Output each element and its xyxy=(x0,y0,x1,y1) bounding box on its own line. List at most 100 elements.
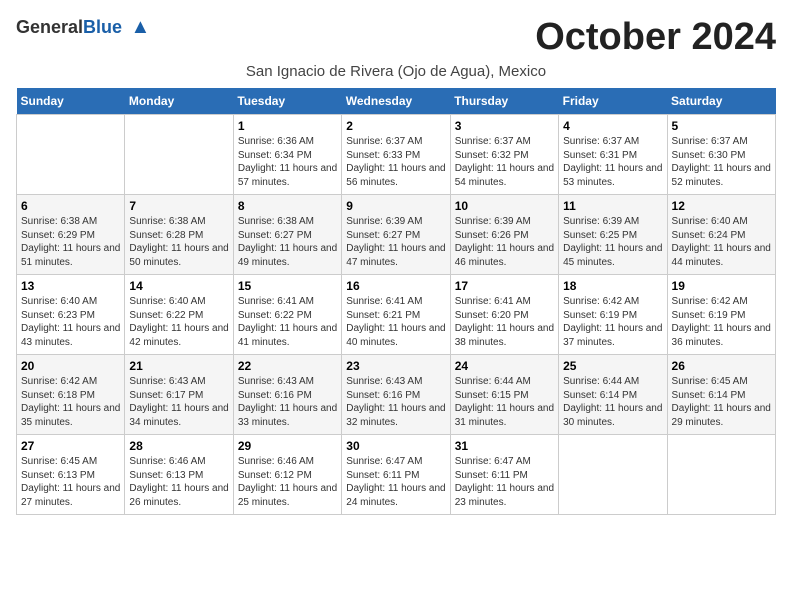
calendar-week-3: 13 Sunrise: 6:40 AM Sunset: 6:23 PM Dayli… xyxy=(17,275,776,355)
day-detail: Sunrise: 6:39 AM Sunset: 6:27 PM Dayligh… xyxy=(346,215,445,269)
day-number: 26 xyxy=(672,359,771,373)
day-detail: Sunrise: 6:44 AM Sunset: 6:15 PM Dayligh… xyxy=(455,375,554,429)
day-number: 3 xyxy=(455,119,554,133)
day-number: 5 xyxy=(672,119,771,133)
day-number: 15 xyxy=(238,279,337,293)
table-row xyxy=(125,115,233,195)
day-detail: Sunrise: 6:38 AM Sunset: 6:29 PM Dayligh… xyxy=(21,215,120,269)
day-detail: Sunrise: 6:42 AM Sunset: 6:19 PM Dayligh… xyxy=(672,295,771,349)
table-row: 19 Sunrise: 6:42 AM Sunset: 6:19 PM Dayli… xyxy=(667,275,775,355)
day-detail: Sunrise: 6:40 AM Sunset: 6:23 PM Dayligh… xyxy=(21,295,120,349)
day-number: 29 xyxy=(238,439,337,453)
day-detail: Sunrise: 6:47 AM Sunset: 6:11 PM Dayligh… xyxy=(346,455,445,509)
table-row: 25 Sunrise: 6:44 AM Sunset: 6:14 PM Dayli… xyxy=(559,355,667,435)
day-number: 20 xyxy=(21,359,120,373)
table-row: 7 Sunrise: 6:38 AM Sunset: 6:28 PM Daylig… xyxy=(125,195,233,275)
day-detail: Sunrise: 6:39 AM Sunset: 6:25 PM Dayligh… xyxy=(563,215,662,269)
day-number: 28 xyxy=(129,439,228,453)
table-row: 16Sunrise: 6:41 AM Sunset: 6:21 PM Dayli… xyxy=(342,275,450,355)
day-detail: Sunrise: 6:42 AM Sunset: 6:19 PM Dayligh… xyxy=(563,295,662,349)
calendar-table: Sunday Monday Tuesday Wednesday Thursday… xyxy=(16,88,776,515)
table-row xyxy=(667,435,775,515)
table-row: 31 Sunrise: 6:47 AM Sunset: 6:11 PM Dayli… xyxy=(450,435,558,515)
table-row: 1 Sunrise: 6:36 AM Sunset: 6:34 PM Daylig… xyxy=(233,115,341,195)
title-area: October 2024 xyxy=(535,16,776,59)
day-number: 23 xyxy=(346,359,445,373)
day-number: 6 xyxy=(21,199,120,213)
location-subtitle: San Ignacio de Rivera (Ojo de Agua), Mex… xyxy=(16,63,776,80)
day-number: 19 xyxy=(672,279,771,293)
day-detail: Sunrise: 6:43 AM Sunset: 6:16 PM Dayligh… xyxy=(346,375,445,429)
table-row: 11 Sunrise: 6:39 AM Sunset: 6:25 PM Dayli… xyxy=(559,195,667,275)
table-row: 13 Sunrise: 6:40 AM Sunset: 6:23 PM Dayli… xyxy=(17,275,125,355)
table-row: 21Sunrise: 6:43 AM Sunset: 6:17 PM Dayli… xyxy=(125,355,233,435)
calendar-week-5: 27Sunrise: 6:45 AM Sunset: 6:13 PM Dayli… xyxy=(17,435,776,515)
day-detail: Sunrise: 6:46 AM Sunset: 6:13 PM Dayligh… xyxy=(129,455,228,509)
table-row: 24 Sunrise: 6:44 AM Sunset: 6:15 PM Dayli… xyxy=(450,355,558,435)
calendar-header-row: Sunday Monday Tuesday Wednesday Thursday… xyxy=(17,88,776,115)
col-friday: Friday xyxy=(559,88,667,115)
day-number: 11 xyxy=(563,199,662,213)
day-detail: Sunrise: 6:39 AM Sunset: 6:26 PM Dayligh… xyxy=(455,215,554,269)
table-row: 27Sunrise: 6:45 AM Sunset: 6:13 PM Dayli… xyxy=(17,435,125,515)
col-monday: Monday xyxy=(125,88,233,115)
day-number: 18 xyxy=(563,279,662,293)
day-detail: Sunrise: 6:45 AM Sunset: 6:13 PM Dayligh… xyxy=(21,455,120,509)
month-title: October 2024 xyxy=(535,16,776,59)
col-wednesday: Wednesday xyxy=(342,88,450,115)
table-row: 29 Sunrise: 6:46 AM Sunset: 6:12 PM Dayli… xyxy=(233,435,341,515)
day-number: 31 xyxy=(455,439,554,453)
day-detail: Sunrise: 6:37 AM Sunset: 6:30 PM Dayligh… xyxy=(672,135,771,189)
day-number: 1 xyxy=(238,119,337,133)
day-detail: Sunrise: 6:37 AM Sunset: 6:33 PM Dayligh… xyxy=(346,135,445,189)
day-detail: Sunrise: 6:43 AM Sunset: 6:16 PM Dayligh… xyxy=(238,375,337,429)
day-detail: Sunrise: 6:38 AM Sunset: 6:27 PM Dayligh… xyxy=(238,215,337,269)
logo-blue: Blue xyxy=(83,17,122,37)
table-row xyxy=(17,115,125,195)
day-detail: Sunrise: 6:41 AM Sunset: 6:21 PM Dayligh… xyxy=(346,295,445,349)
table-row: 14Sunrise: 6:40 AM Sunset: 6:22 PM Dayli… xyxy=(125,275,233,355)
logo-bird-icon: ▲ xyxy=(131,16,151,38)
day-number: 14 xyxy=(129,279,228,293)
day-number: 22 xyxy=(238,359,337,373)
day-number: 25 xyxy=(563,359,662,373)
day-number: 4 xyxy=(563,119,662,133)
day-detail: Sunrise: 6:46 AM Sunset: 6:12 PM Dayligh… xyxy=(238,455,337,509)
table-row: 5 Sunrise: 6:37 AM Sunset: 6:30 PM Daylig… xyxy=(667,115,775,195)
table-row: 18 Sunrise: 6:42 AM Sunset: 6:19 PM Dayli… xyxy=(559,275,667,355)
day-detail: Sunrise: 6:41 AM Sunset: 6:20 PM Dayligh… xyxy=(455,295,554,349)
table-row: 28 Sunrise: 6:46 AM Sunset: 6:13 PM Dayli… xyxy=(125,435,233,515)
day-detail: Sunrise: 6:38 AM Sunset: 6:28 PM Dayligh… xyxy=(129,215,228,269)
calendar-week-1: 1 Sunrise: 6:36 AM Sunset: 6:34 PM Daylig… xyxy=(17,115,776,195)
table-row: 15Sunrise: 6:41 AM Sunset: 6:22 PM Dayli… xyxy=(233,275,341,355)
col-tuesday: Tuesday xyxy=(233,88,341,115)
day-detail: Sunrise: 6:37 AM Sunset: 6:32 PM Dayligh… xyxy=(455,135,554,189)
table-row: 4Sunrise: 6:37 AM Sunset: 6:31 PM Daylig… xyxy=(559,115,667,195)
table-row: 2 Sunrise: 6:37 AM Sunset: 6:33 PM Daylig… xyxy=(342,115,450,195)
table-row: 10 Sunrise: 6:39 AM Sunset: 6:26 PM Dayli… xyxy=(450,195,558,275)
day-detail: Sunrise: 6:43 AM Sunset: 6:17 PM Dayligh… xyxy=(129,375,228,429)
day-detail: Sunrise: 6:47 AM Sunset: 6:11 PM Dayligh… xyxy=(455,455,554,509)
day-number: 2 xyxy=(346,119,445,133)
table-row: 30 Sunrise: 6:47 AM Sunset: 6:11 PM Dayli… xyxy=(342,435,450,515)
logo-text: GeneralBlue ▲ xyxy=(16,16,150,39)
day-number: 9 xyxy=(346,199,445,213)
page-header: GeneralBlue ▲ October 2024 xyxy=(16,16,776,59)
col-saturday: Saturday xyxy=(667,88,775,115)
day-number: 30 xyxy=(346,439,445,453)
table-row: 20 Sunrise: 6:42 AM Sunset: 6:18 PM Dayli… xyxy=(17,355,125,435)
day-detail: Sunrise: 6:36 AM Sunset: 6:34 PM Dayligh… xyxy=(238,135,337,189)
day-detail: Sunrise: 6:42 AM Sunset: 6:18 PM Dayligh… xyxy=(21,375,120,429)
table-row: 22 Sunrise: 6:43 AM Sunset: 6:16 PM Dayli… xyxy=(233,355,341,435)
day-number: 13 xyxy=(21,279,120,293)
calendar-week-4: 20 Sunrise: 6:42 AM Sunset: 6:18 PM Dayli… xyxy=(17,355,776,435)
day-number: 24 xyxy=(455,359,554,373)
table-row: 6 Sunrise: 6:38 AM Sunset: 6:29 PM Daylig… xyxy=(17,195,125,275)
day-number: 10 xyxy=(455,199,554,213)
col-thursday: Thursday xyxy=(450,88,558,115)
table-row: 23 Sunrise: 6:43 AM Sunset: 6:16 PM Dayli… xyxy=(342,355,450,435)
table-row: 3 Sunrise: 6:37 AM Sunset: 6:32 PM Daylig… xyxy=(450,115,558,195)
day-number: 7 xyxy=(129,199,228,213)
day-detail: Sunrise: 6:44 AM Sunset: 6:14 PM Dayligh… xyxy=(563,375,662,429)
table-row: 12Sunrise: 6:40 AM Sunset: 6:24 PM Dayli… xyxy=(667,195,775,275)
